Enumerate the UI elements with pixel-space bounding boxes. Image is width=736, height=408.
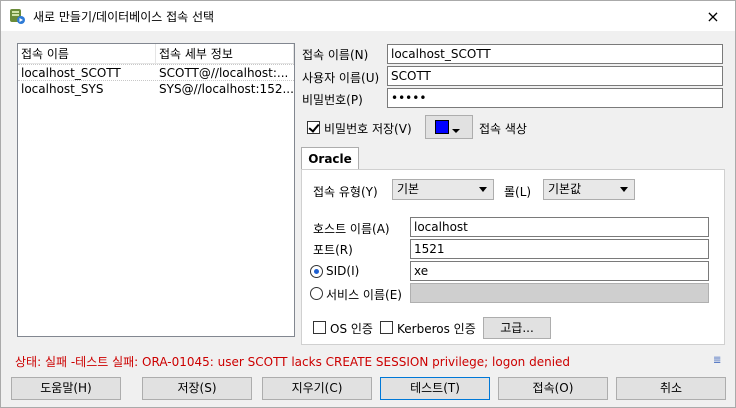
- list-header: 접속 이름 접속 세부 정보: [18, 44, 294, 64]
- window-title: 새로 만들기/데이터베이스 접속 선택: [33, 10, 215, 24]
- user-name-field[interactable]: SCOTT: [387, 66, 723, 86]
- sid-field[interactable]: xe: [410, 261, 709, 281]
- os-auth-checkbox[interactable]: [313, 321, 326, 334]
- conn-type-value: 기본: [397, 182, 420, 196]
- status-message: 상태: 실패 -테스트 실패: ORA-01045: user SCOTT la…: [15, 355, 571, 369]
- sql-developer-icon: [10, 9, 25, 24]
- tab-oracle[interactable]: Oracle: [301, 147, 359, 170]
- conn-color-button[interactable]: [425, 115, 473, 139]
- save-password-checkbox[interactable]: [307, 121, 320, 134]
- sid-label: SID(I): [326, 264, 360, 278]
- password-field[interactable]: •••••: [387, 88, 723, 108]
- list-item-details: SYS@//localhost:152...: [159, 82, 294, 96]
- port-label: 포트(R): [313, 243, 353, 257]
- list-item-name: localhost_SYS: [21, 82, 104, 96]
- service-name-radio[interactable]: [310, 287, 323, 300]
- sid-radio[interactable]: [310, 265, 323, 278]
- save-button[interactable]: 저장(S): [142, 377, 252, 400]
- close-icon: ×: [706, 6, 720, 26]
- kerberos-checkbox[interactable]: [380, 321, 393, 334]
- list-item-details: SCOTT@//localhost:...: [156, 65, 294, 80]
- clear-button[interactable]: 지우기(C): [262, 377, 372, 400]
- port-field[interactable]: 1521: [410, 239, 709, 259]
- role-select[interactable]: 기본값: [543, 179, 635, 200]
- test-button[interactable]: 테스트(T): [380, 377, 490, 400]
- list-item[interactable]: localhost_SCOTT SCOTT@//localhost:...: [18, 64, 294, 80]
- dropdown-arrow-icon: [452, 129, 460, 133]
- role-value: 기본값: [548, 182, 582, 196]
- list-item[interactable]: localhost_SYS SYS@//localhost:152...: [18, 80, 294, 96]
- conn-color-label: 접속 색상: [479, 122, 527, 136]
- conn-type-select[interactable]: 기본: [392, 179, 494, 200]
- connect-button[interactable]: 접속(O): [498, 377, 608, 400]
- conn-type-label: 접속 유형(Y): [313, 185, 378, 199]
- role-label: 롤(L): [504, 185, 532, 199]
- os-auth-label: OS 인증: [330, 322, 373, 336]
- advanced-button[interactable]: 고급...: [483, 317, 551, 339]
- help-button[interactable]: 도움말(H): [11, 377, 121, 400]
- title-bar: 새로 만들기/데이터베이스 접속 선택 ×: [1, 1, 735, 31]
- service-name-field[interactable]: [410, 283, 709, 303]
- dialog-window: 새로 만들기/데이터베이스 접속 선택 × 접속 이름 접속 세부 정보 loc…: [0, 0, 736, 408]
- chevron-down-icon: [479, 187, 487, 192]
- cancel-button[interactable]: 취소: [616, 377, 726, 400]
- header-conn-name[interactable]: 접속 이름: [18, 44, 156, 63]
- host-field[interactable]: localhost: [410, 217, 709, 237]
- header-conn-details[interactable]: 접속 세부 정보: [156, 44, 294, 63]
- service-name-label: 서비스 이름(E): [326, 288, 402, 302]
- user-name-label: 사용자 이름(U): [302, 71, 380, 85]
- conn-name-field[interactable]: localhost_SCOTT: [387, 44, 723, 64]
- host-label: 호스트 이름(A): [313, 222, 390, 236]
- kerberos-label: Kerberos 인증: [397, 322, 476, 336]
- color-swatch-icon: [435, 120, 449, 134]
- chevron-down-icon: [620, 187, 628, 192]
- close-button[interactable]: ×: [691, 1, 735, 31]
- password-label: 비밀번호(P): [302, 93, 363, 107]
- conn-name-label: 접속 이름(N): [302, 48, 369, 62]
- connection-list[interactable]: 접속 이름 접속 세부 정보 localhost_SCOTT SCOTT@//l…: [17, 43, 295, 337]
- list-icon: ≣: [713, 355, 722, 366]
- save-password-label: 비밀번호 저장(V): [324, 122, 412, 136]
- list-item-name: localhost_SCOTT: [18, 65, 156, 80]
